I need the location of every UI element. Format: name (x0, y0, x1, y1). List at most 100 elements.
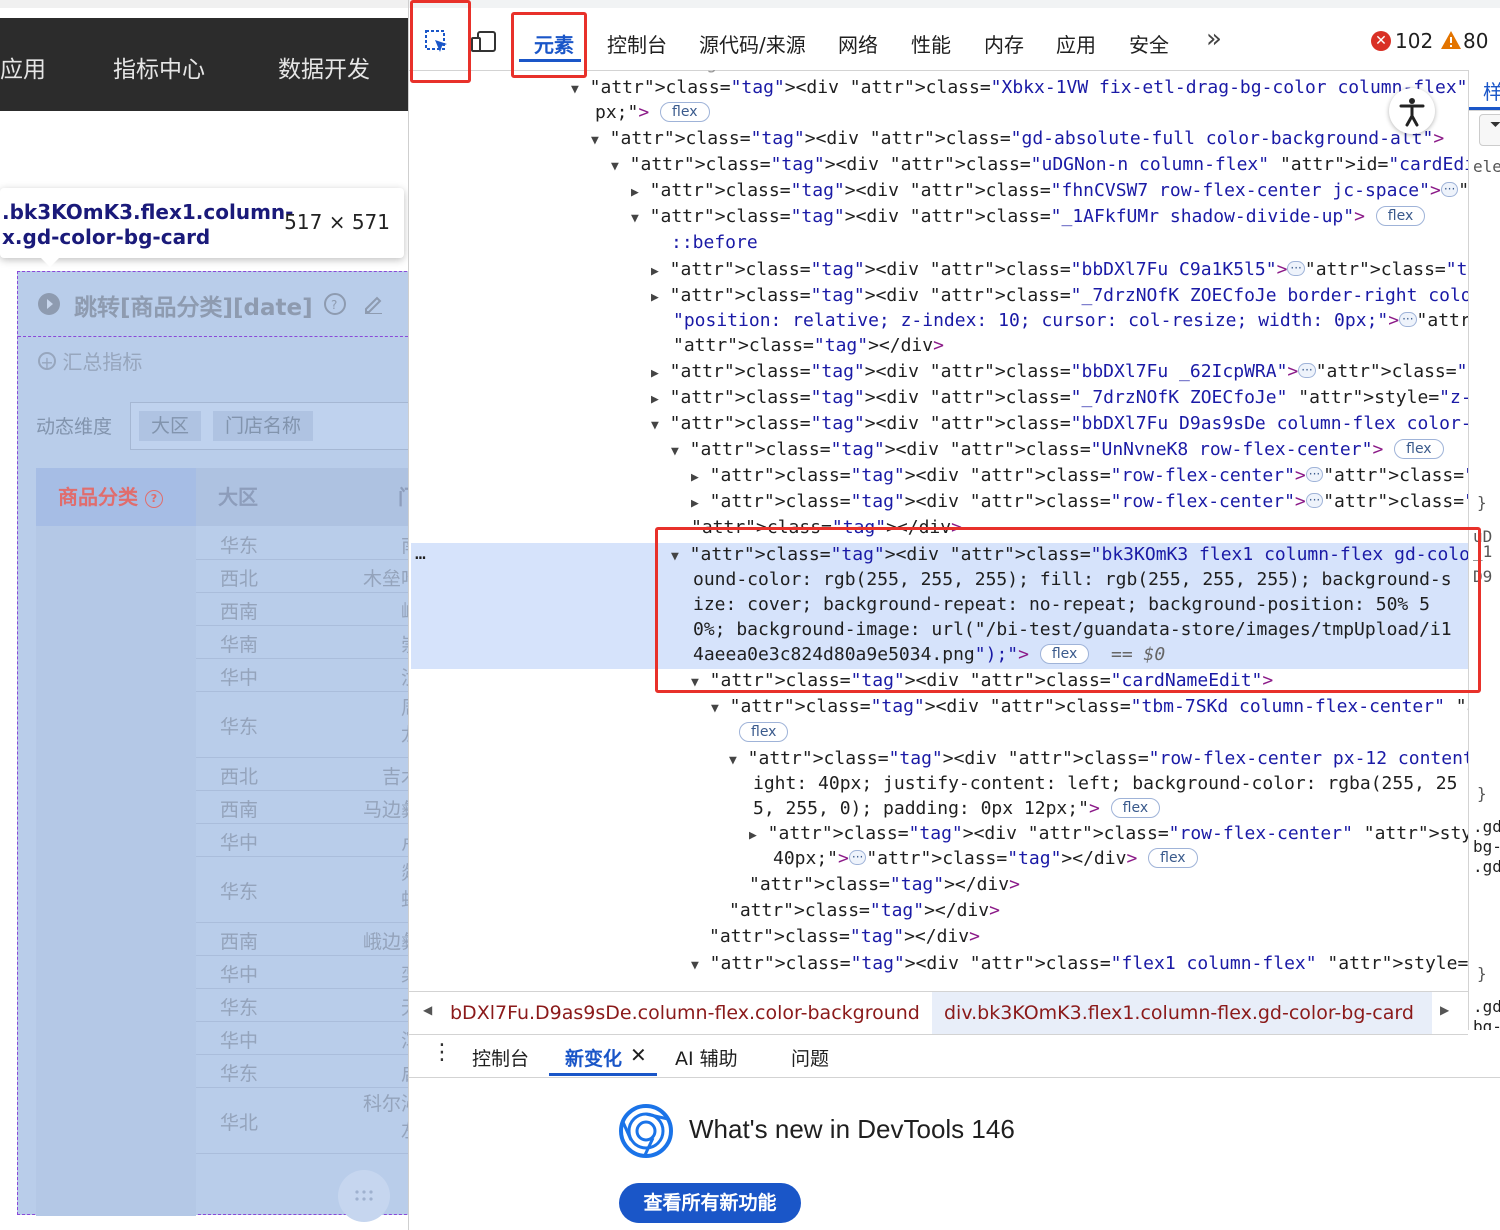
dom-node-line[interactable]: "attr">class="tag"></div> (729, 899, 1000, 923)
device-toolbar-icon[interactable] (471, 30, 497, 54)
expand-arrow-icon[interactable]: ▼ (571, 82, 579, 97)
collapse-arrow-icon[interactable]: ▶ (651, 392, 659, 407)
tab-performance[interactable]: 性能 (911, 29, 951, 58)
dimension-chip[interactable]: 大区 (139, 411, 202, 441)
region-cell: 西南 (220, 799, 259, 821)
dom-node-line[interactable]: "position: relative; z-index: 10; cursor… (673, 309, 1468, 333)
dom-node-line[interactable]: ight: 40px; justify-content: left; backg… (753, 772, 1457, 796)
summary-metric-add[interactable]: + 汇总指标 (38, 346, 142, 375)
tab-memory[interactable]: 内存 (984, 29, 1024, 58)
expand-arrow-icon[interactable]: ▼ (631, 211, 639, 226)
dom-node-line[interactable]: "attr">class="tag"></div> (709, 925, 980, 949)
table-row: 华东 郯蚌 (196, 856, 408, 923)
see-all-features-button[interactable]: 查看所有新功能 (619, 1183, 801, 1223)
dom-node-line[interactable]: ▼ "attr">class="tag"><div "attr">class="… (651, 412, 1468, 438)
drawer-tab-issues[interactable]: 问题 (791, 1044, 829, 1071)
collapse-arrow-icon[interactable]: ▶ (651, 264, 659, 279)
sidebar-rule-fragment: ele (1473, 157, 1500, 176)
store-cell: 峨 (401, 597, 408, 624)
top-navbar: 应用 指标中心 数据开发 (0, 18, 408, 111)
dimension-selector[interactable]: 大区 门店名称 ⌄ (130, 402, 408, 450)
floating-ai-button[interactable] (338, 1170, 390, 1222)
store-cell: 启 (401, 1059, 408, 1086)
tooltip-selector-line: .bk3KOmK3.flex1.column- (2, 200, 294, 224)
more-tabs-chevron-icon[interactable]: » (1206, 24, 1222, 54)
flex-badge[interactable]: flex (739, 721, 789, 745)
funnel-icon: ⏷ (1490, 117, 1500, 133)
nav-item-metrics-center[interactable]: 指标中心 (113, 50, 205, 84)
edit-pencil-icon[interactable] (362, 292, 384, 315)
dom-node-line[interactable]: ▶ "attr">class="tag"><div "attr">class="… (691, 490, 1468, 516)
error-count[interactable]: 102 (1395, 29, 1433, 53)
collapse-arrow-icon[interactable]: ▶ (749, 828, 757, 843)
accessibility-icon[interactable] (1389, 88, 1435, 134)
inspected-page: 应用 指标中心 数据开发 跳转[商品分类][date] ? + 汇总指标 动态维… (0, 0, 408, 1230)
close-icon[interactable]: ✕ (630, 1043, 647, 1067)
expand-arrow-icon[interactable]: ▼ (691, 958, 699, 973)
dom-node-line[interactable]: 5, 255, 0); padding: 0px 12px;"> flex (753, 797, 1161, 821)
dom-node-line[interactable]: ▼ "attr">class="tag"><div "attr">class="… (671, 438, 1444, 464)
dom-node-line[interactable]: ▼ "attr">class="tag"><div "attr">class="… (711, 695, 1468, 721)
dom-node-line[interactable]: ▶ "attr">class="tag"><div "attr">class="… (631, 179, 1468, 205)
card-status-icon (38, 293, 60, 315)
expand-arrow-icon[interactable]: ▼ (711, 701, 719, 716)
nav-item-data-dev[interactable]: 数据开发 (278, 50, 370, 84)
collapse-arrow-icon[interactable]: ▶ (631, 185, 639, 200)
page-top-strip (0, 0, 408, 8)
breadcrumb-current-item[interactable]: div.bk3KOmK3.flex1.column-flex.gd-color-… (944, 1002, 1414, 1024)
dom-node-line[interactable]: ▼ "attr">class="tag"><div "attr">class="… (729, 747, 1468, 773)
dom-node-line[interactable]: ▶ "attr">class="tag"><div "attr">class="… (651, 258, 1468, 284)
dom-node-line[interactable]: ▶ "attr">class="tag"><div "attr">class="… (651, 284, 1468, 310)
expand-arrow-icon[interactable]: ▼ (729, 753, 737, 768)
collapse-arrow-icon[interactable]: ▶ (691, 496, 699, 511)
breadcrumb-item[interactable]: bDXl7Fu.D9as9sDe.column-flex.color-backg… (450, 1002, 920, 1024)
column-header-region[interactable]: 大区 (218, 468, 258, 526)
collapse-arrow-icon[interactable]: ▶ (691, 470, 699, 485)
tab-network[interactable]: 网络 (838, 29, 878, 58)
node-more-icon[interactable]: … (415, 542, 426, 566)
dom-node-line[interactable]: ▶ "attr">class="tag"><div "attr">class="… (651, 360, 1468, 386)
chevron-left-icon[interactable]: ◀ (423, 1003, 432, 1017)
expand-arrow-icon[interactable]: ▼ (591, 133, 599, 148)
tab-console[interactable]: 控制台 (607, 29, 667, 58)
expand-arrow-icon[interactable]: ▼ (611, 159, 619, 174)
drawer-tab-console[interactable]: 控制台 (472, 1044, 529, 1071)
dom-node-line[interactable]: ▼ "attr">class="tag"><div "attr">class="… (631, 205, 1426, 231)
dom-node-line[interactable]: 40px;"> ··· "attr">class="tag"></div> flex (773, 847, 1198, 871)
dimension-chip[interactable]: 门店名称 (213, 411, 314, 441)
column-header-category[interactable]: 商品分类 ? (36, 468, 196, 526)
expand-arrow-icon[interactable]: ▼ (651, 418, 659, 433)
dom-node-line[interactable]: ▼ "attr">class="tag"><div "attr">class="… (591, 127, 1444, 153)
dom-node-line[interactable]: ::before (671, 231, 758, 255)
table-row: 华中 汝 (196, 658, 408, 692)
filter-input[interactable]: ⏷ (1479, 114, 1500, 146)
dom-node-line[interactable]: "attr">class="tag"></div> (673, 334, 944, 358)
dom-node-line[interactable]: ▼ "attr">class="tag"><div "attr">class="… (571, 76, 1468, 102)
tab-application[interactable]: 应用 (1056, 29, 1096, 58)
nav-item-apps[interactable]: 应用 (0, 50, 46, 84)
warning-count[interactable]: 80 (1463, 29, 1488, 53)
column-header-store[interactable]: 门 (398, 468, 408, 526)
drawer-menu-icon[interactable]: ⋮ (431, 1040, 453, 1065)
dom-node-line[interactable]: ▶ "attr">class="tag"><div "attr">class="… (749, 822, 1468, 848)
dom-node-line[interactable]: ▼ "attr">class="tag"><div "attr">class="… (691, 952, 1468, 978)
tab-sources[interactable]: 源代码/来源 (699, 29, 806, 58)
drawer-tab-ai-assist[interactable]: AI 辅助 (675, 1044, 738, 1071)
dom-node-line[interactable]: ▶ "attr">class="tag"><div "attr">class="… (651, 386, 1468, 412)
table-row: 华南 崇 (196, 625, 408, 659)
tab-security[interactable]: 安全 (1129, 29, 1169, 58)
help-icon[interactable]: ? (324, 293, 346, 315)
tab-styles[interactable]: 样 (1483, 76, 1500, 105)
collapse-arrow-icon[interactable]: ▶ (651, 290, 659, 305)
dom-node-line[interactable]: "attr">class="tag"></div> (749, 873, 1020, 897)
chrome-logo-icon (619, 1104, 673, 1158)
dom-node-line[interactable]: ▼ "attr">class="tag"><div "attr">class="… (611, 153, 1468, 179)
expand-arrow-icon[interactable]: ▼ (671, 444, 679, 459)
drawer-tab-whats-new[interactable]: 新变化 (565, 1044, 622, 1071)
collapse-arrow-icon[interactable]: ▶ (651, 366, 659, 381)
chevron-right-icon[interactable]: ▶ (1440, 1003, 1449, 1017)
dom-node-line[interactable]: px;"> flex (595, 101, 710, 125)
store-cell: 马边彝 (362, 799, 408, 821)
dom-node-line[interactable]: ▶ "attr">class="tag"><div "attr">class="… (691, 464, 1468, 490)
region-cell: 西南 (220, 601, 259, 623)
